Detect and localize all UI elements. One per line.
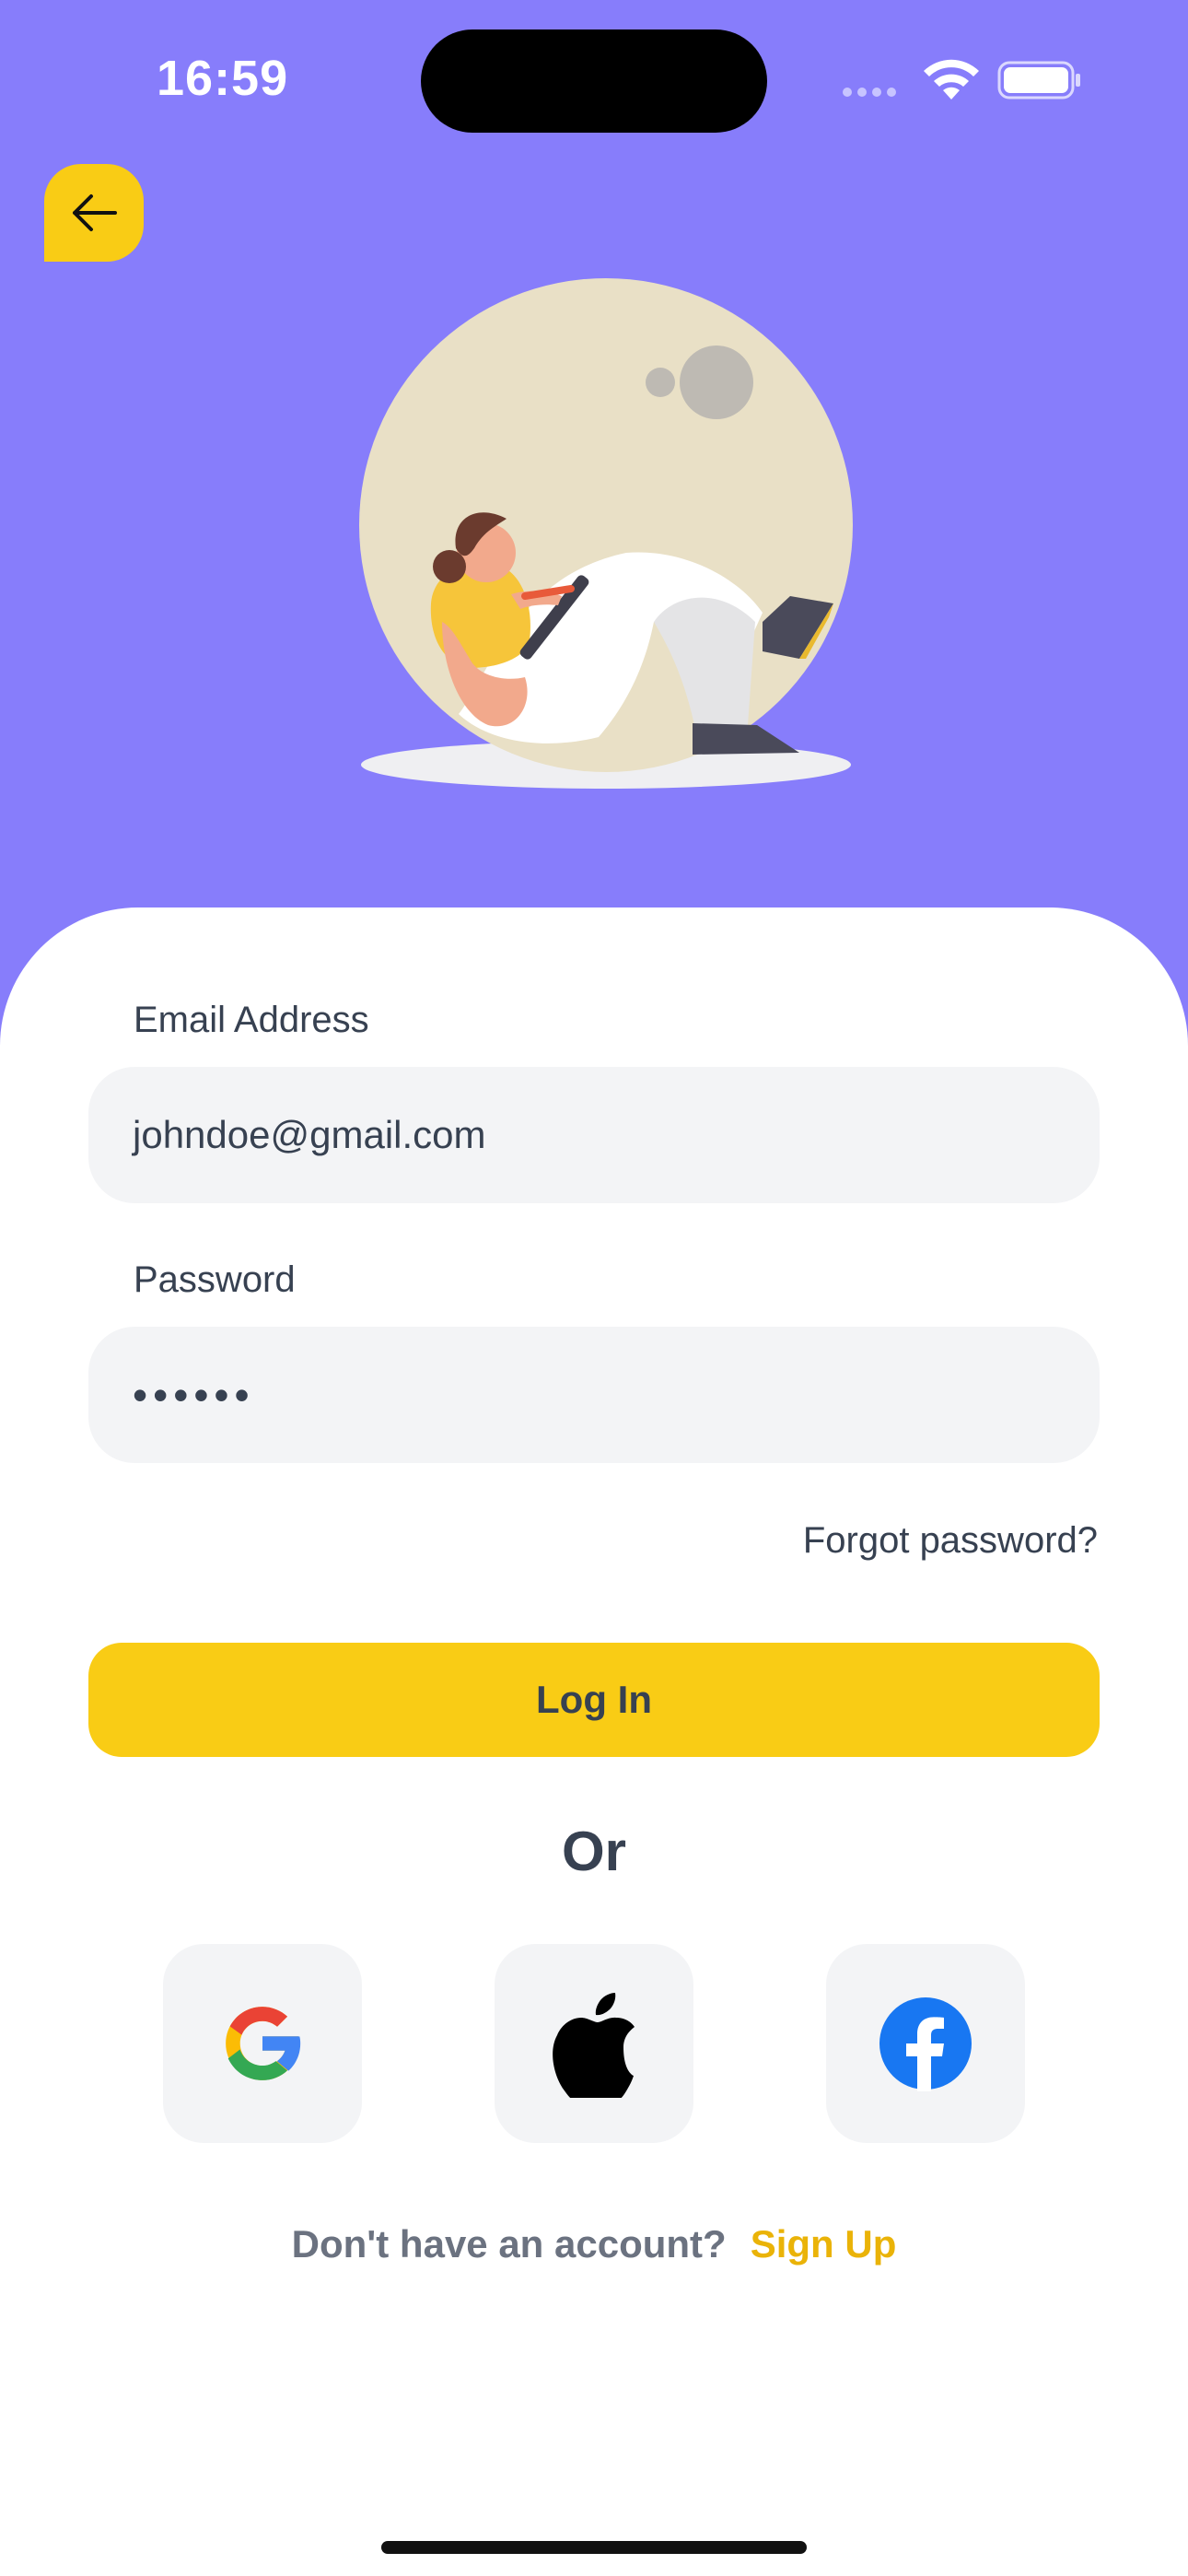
home-indicator[interactable] — [381, 2541, 807, 2554]
password-value: •••••• — [133, 1371, 255, 1419]
login-button[interactable]: Log In — [88, 1643, 1100, 1757]
email-value: johndoe@gmail.com — [133, 1113, 486, 1156]
back-button[interactable] — [44, 164, 144, 262]
password-label: Password — [134, 1259, 296, 1300]
email-field[interactable]: johndoe@gmail.com — [88, 1067, 1100, 1203]
google-login-button[interactable] — [163, 1944, 362, 2143]
forgot-password-link[interactable]: Forgot password? — [803, 1520, 1098, 1562]
reading-woman-illustration — [350, 272, 866, 806]
signup-link[interactable]: Sign Up — [751, 2222, 897, 2266]
cellular-signal-icon — [843, 85, 907, 97]
signup-row: Don't have an account? Sign Up — [0, 2222, 1188, 2266]
google-icon — [226, 2007, 302, 2080]
signup-prompt: Don't have an account? — [291, 2222, 727, 2266]
status-time: 16:59 — [157, 51, 289, 106]
wifi-icon — [921, 57, 982, 103]
apple-login-button[interactable] — [495, 1944, 693, 2143]
or-divider: Or — [561, 1821, 627, 1882]
email-label: Email Address — [134, 1000, 369, 1040]
password-field[interactable]: •••••• — [88, 1327, 1100, 1463]
arrow-left-icon — [73, 194, 117, 231]
apple-icon — [553, 1993, 635, 2098]
login-button-label: Log In — [536, 1678, 652, 1721]
dynamic-island — [421, 29, 767, 133]
battery-icon — [997, 61, 1082, 100]
facebook-login-button[interactable] — [826, 1944, 1025, 2143]
facebook-icon — [879, 1997, 972, 2091]
